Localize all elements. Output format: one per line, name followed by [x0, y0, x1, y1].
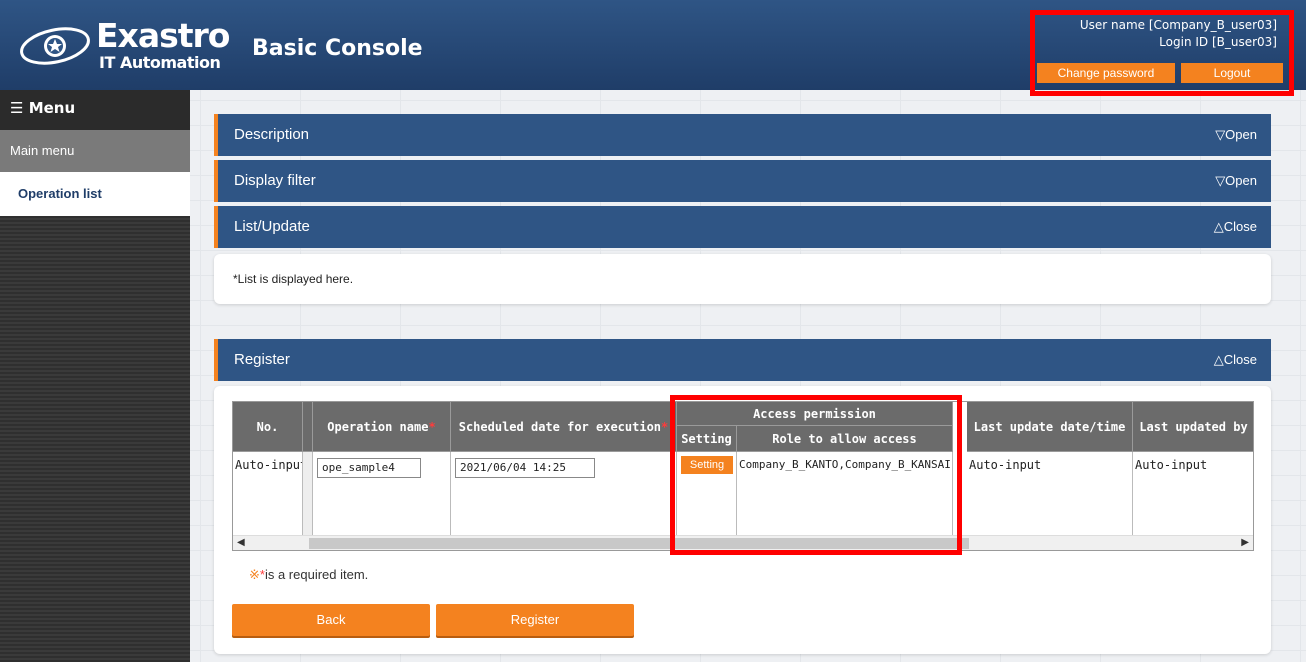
header-last-updated-by: Last updated by [1133, 402, 1253, 452]
scheduled-date-input[interactable]: 2021/06/04 14:25 [455, 458, 595, 478]
header-spacer [303, 402, 313, 452]
horizontal-scrollbar[interactable]: ◀ ▶ [233, 535, 1253, 550]
change-password-button[interactable]: Change password [1037, 63, 1175, 83]
list-card: *List is displayed here. [214, 254, 1271, 304]
operation-name-input[interactable]: ope_sample4 [317, 458, 421, 478]
register-table: No. Operation name * Scheduled date for e… [232, 401, 1254, 551]
list-placeholder-text: *List is displayed here. [233, 272, 354, 286]
cell-last-update: Auto-input [967, 452, 1133, 535]
header-access-permission: Access permission [677, 402, 953, 426]
sidebar: ☰ Menu Main menu Operation list [0, 90, 190, 662]
register-toggle[interactable]: △Close [1214, 352, 1257, 368]
cell-role: Company_B_KANTO,Company_B_KANSAI [737, 452, 953, 535]
sidebar-item-operation-list[interactable]: Operation list [0, 172, 190, 216]
user-name: User name [Company_B_user03] [1079, 18, 1277, 32]
cell-no: Auto-input [233, 452, 303, 535]
header-operation-name: Operation name * [313, 402, 451, 452]
sidebar-item-main-menu[interactable]: Main menu [0, 130, 190, 172]
hamburger-icon: ☰ [10, 99, 24, 117]
description-section-bar[interactable]: Description ▽Open [214, 114, 1271, 156]
scroll-left-icon[interactable]: ◀ [237, 537, 245, 548]
logo-name: Exastro [96, 16, 230, 55]
exastro-logo-icon [20, 27, 90, 65]
register-button[interactable]: Register [436, 604, 634, 636]
header-role: Role to allow access [737, 426, 953, 452]
login-id: Login ID [B_user03] [1159, 35, 1277, 49]
description-toggle[interactable]: ▽Open [1215, 127, 1257, 143]
menu-title-label: Menu [28, 99, 76, 117]
logout-button[interactable]: Logout [1181, 63, 1283, 83]
description-label: Description [234, 126, 310, 143]
header-last-update: Last update date/time [967, 402, 1133, 452]
list-update-section-bar[interactable]: List/Update △Close [214, 206, 1271, 248]
console-title: Basic Console [252, 36, 423, 61]
header-no: No. [233, 402, 303, 452]
access-setting-button[interactable]: Setting [681, 456, 733, 474]
required-note: ※*is a required item. [249, 567, 369, 582]
cell-spacer [303, 452, 313, 535]
cell-last-updated-by: Auto-input [1135, 458, 1208, 472]
display-filter-label: Display filter [234, 172, 316, 189]
header-setting: Setting [677, 426, 737, 452]
register-section-bar[interactable]: Register △Close [214, 339, 1271, 381]
register-label: Register [234, 351, 290, 368]
display-filter-section-bar[interactable]: Display filter ▽Open [214, 160, 1271, 202]
list-update-toggle[interactable]: △Close [1214, 219, 1257, 235]
list-update-label: List/Update [234, 218, 310, 235]
scroll-right-icon[interactable]: ▶ [1241, 537, 1249, 548]
scrollbar-thumb[interactable] [309, 538, 969, 549]
menu-title[interactable]: ☰ Menu [0, 90, 190, 130]
display-filter-toggle[interactable]: ▽Open [1215, 173, 1257, 189]
user-info-panel: User name [Company_B_user03] Login ID [B… [1030, 10, 1294, 96]
header-scheduled-date: Scheduled date for execution * [451, 402, 677, 452]
back-button[interactable]: Back [232, 604, 430, 636]
logo-subtitle: IT Automation [99, 53, 221, 72]
